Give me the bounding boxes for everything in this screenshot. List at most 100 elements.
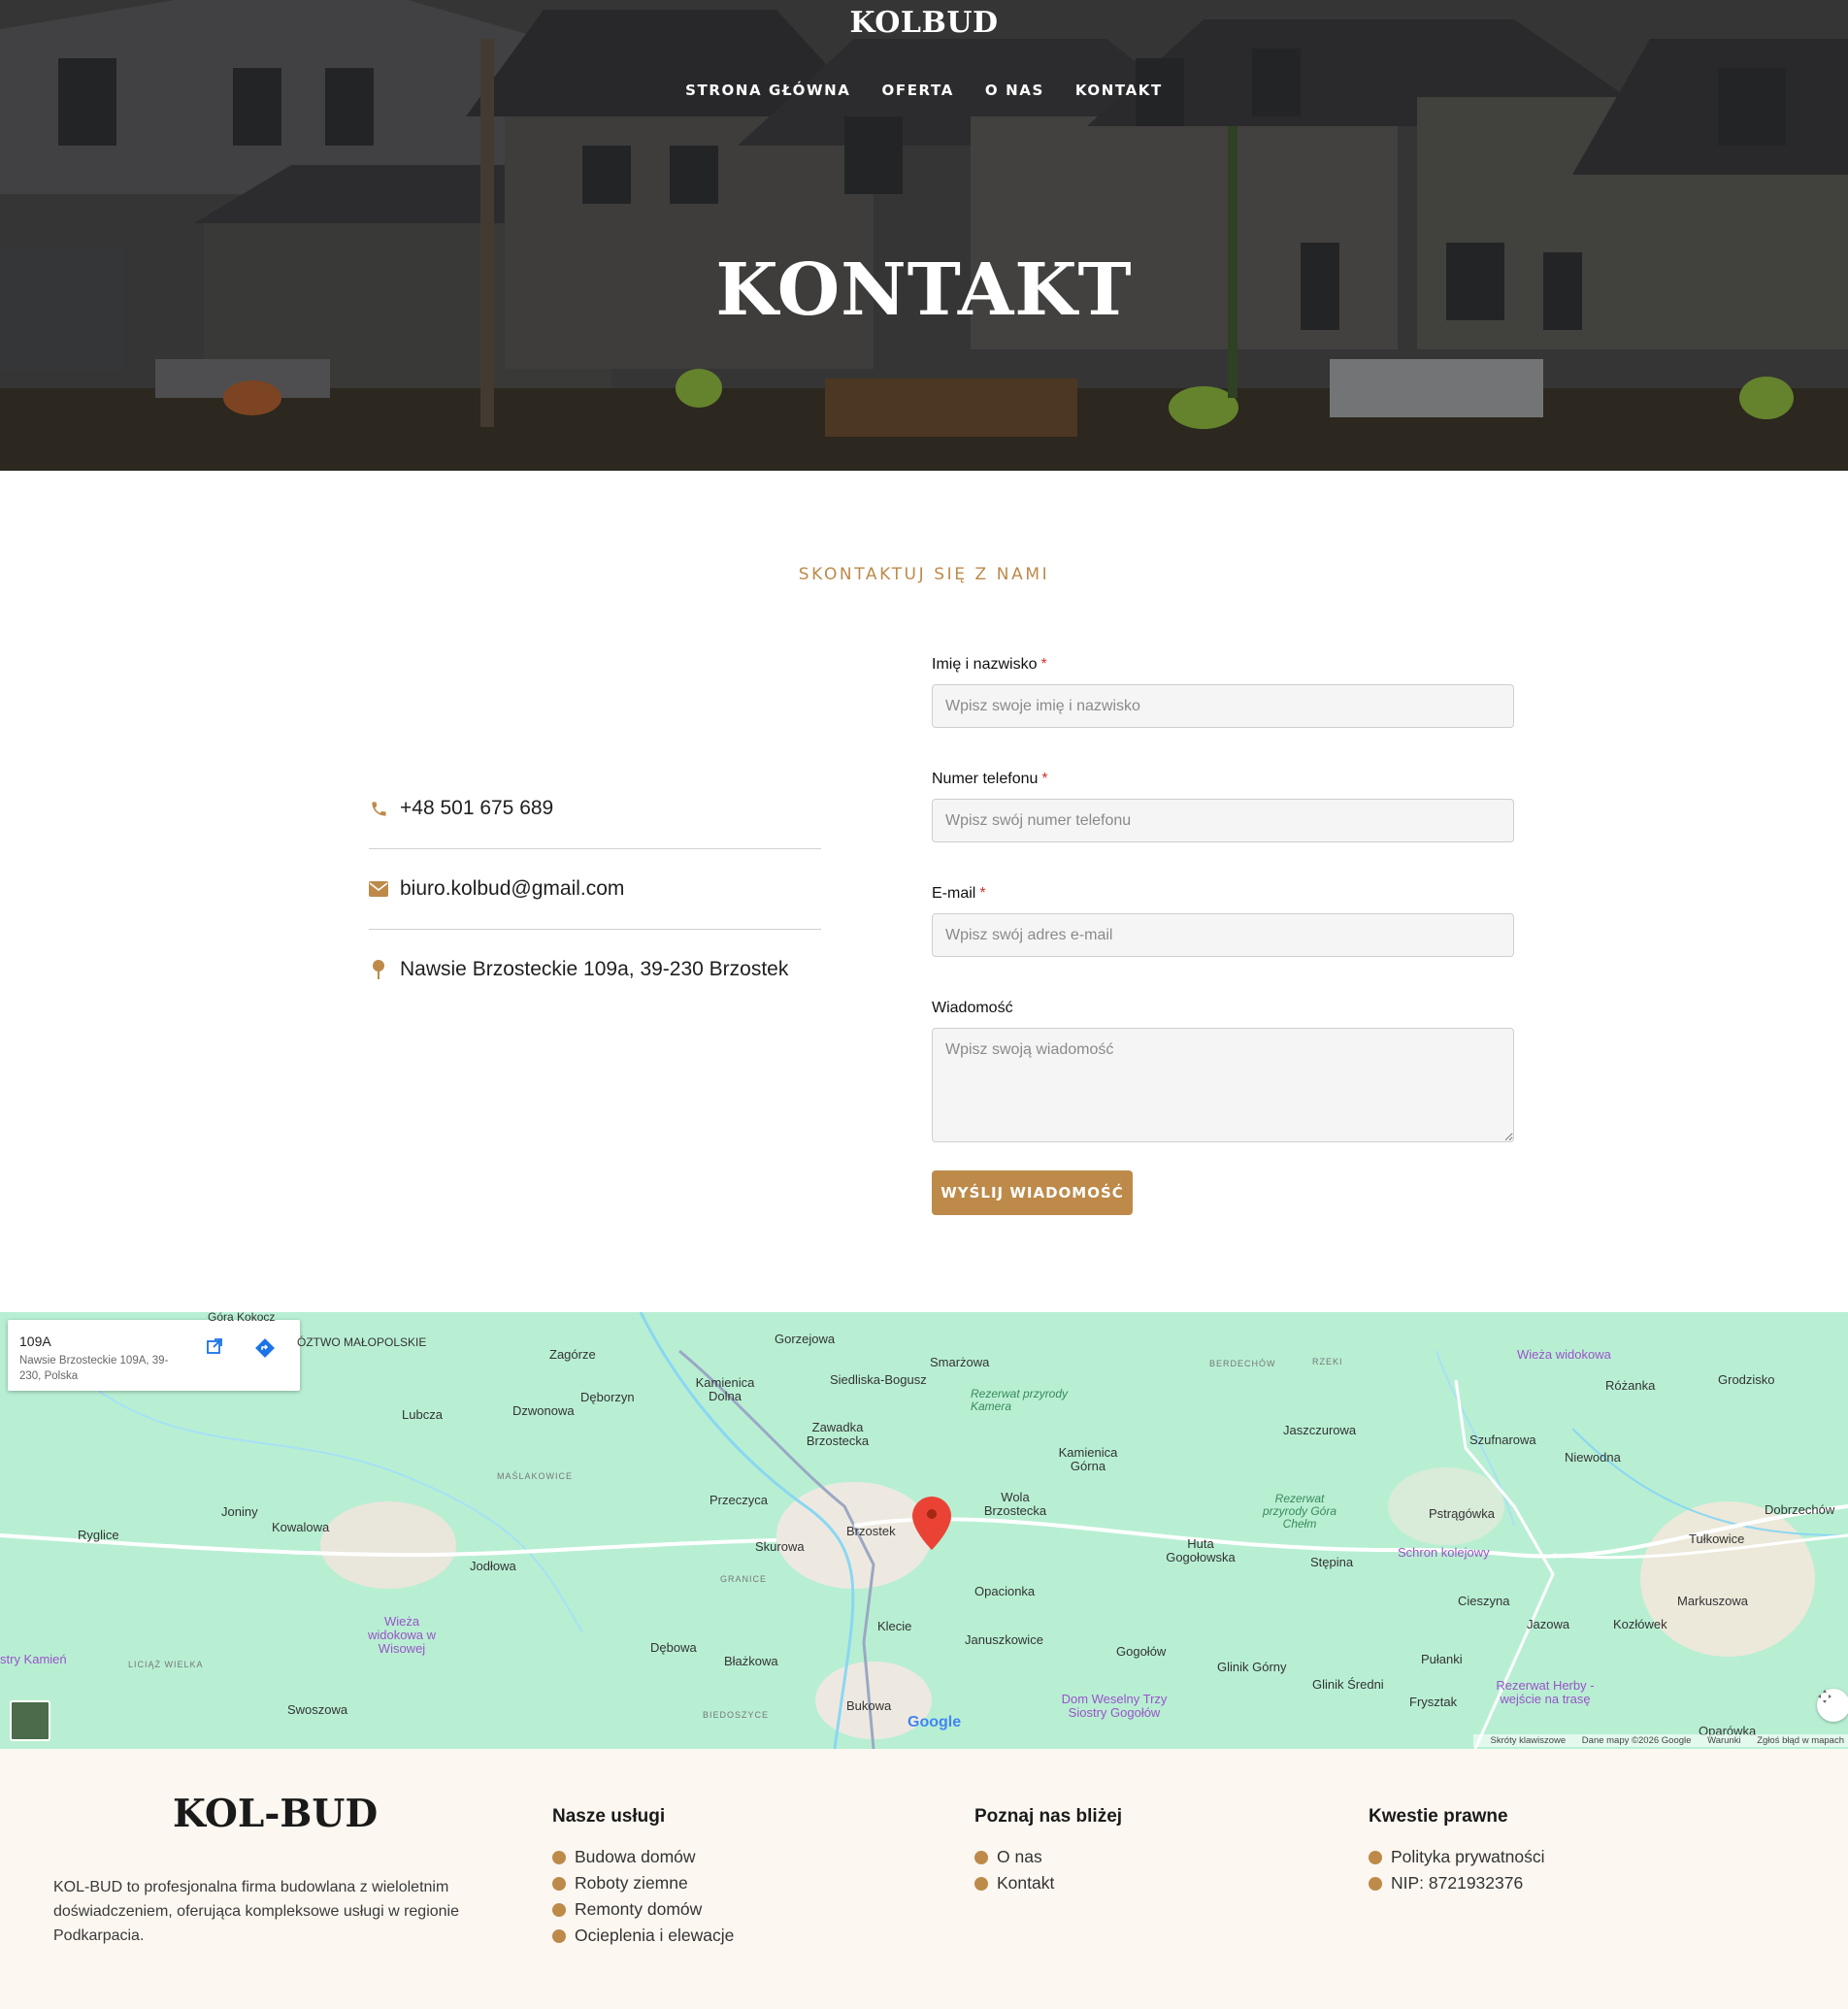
bullet-icon	[974, 1876, 988, 1891]
hero-overlay	[0, 0, 1848, 471]
map-label: Gogołów	[1116, 1644, 1167, 1659]
name-input[interactable]	[932, 684, 1514, 728]
footer-link[interactable]: Roboty ziemne	[552, 1870, 734, 1896]
map-label: Siedliska-Bogusz	[830, 1372, 927, 1387]
footer-link[interactable]: Remonty domów	[552, 1896, 734, 1923]
map-label: GRANICE	[720, 1574, 768, 1584]
footer-logo[interactable]: KOL-BUD	[173, 1792, 378, 1836]
contact-phone: +48 501 675 689	[400, 797, 554, 819]
footer-legal: Kwestie prawne Polityka prywatności NIP:…	[1369, 1806, 1545, 1896]
bullet-icon	[552, 1928, 566, 1943]
map-label: Brzostek	[846, 1524, 896, 1538]
map-label: Grodzisko	[1718, 1372, 1775, 1387]
map-label: Kozłówek	[1613, 1617, 1667, 1631]
bullet-icon	[974, 1850, 988, 1864]
map-label: Tułkowice	[1689, 1531, 1745, 1546]
send-message-button[interactable]: WYŚLIJ WIADOMOŚĆ	[932, 1170, 1133, 1215]
phone-input[interactable]	[932, 799, 1514, 842]
map-label: Rezerwat przyrody Kamera	[971, 1387, 1069, 1413]
phone-icon	[369, 799, 388, 818]
layers-thumbnail[interactable]	[10, 1700, 50, 1741]
keyboard-shortcuts-link[interactable]: Skróty klawiszowe	[1491, 1735, 1567, 1746]
directions-icon[interactable]	[254, 1337, 287, 1370]
map-label: Januszkowice	[965, 1632, 1043, 1647]
map-label: Szufnarowa	[1469, 1433, 1536, 1447]
map-label: Glinik Średni	[1312, 1677, 1384, 1692]
footer-link[interactable]: Polityka prywatności	[1369, 1844, 1545, 1870]
map-label: Kamienica Górna	[1058, 1445, 1118, 1473]
map-label: Bukowa	[846, 1698, 892, 1713]
map-label: Stępina	[1310, 1555, 1354, 1569]
contact-address-row: Nawsie Brzosteckie 109a, 39-230 Brzostek	[369, 938, 821, 1002]
bullet-icon	[1369, 1850, 1382, 1864]
map-place-title: 109A	[19, 1334, 51, 1349]
map-label: Wieża widokowa w Wisowej	[367, 1614, 437, 1656]
bullet-icon	[552, 1876, 566, 1891]
map-label: RZEKI	[1312, 1357, 1343, 1367]
contact-email-row[interactable]: biuro.kolbud@gmail.com	[369, 857, 821, 921]
bullet-icon	[552, 1850, 566, 1864]
map-label: Zawadka Brzostecka	[806, 1420, 870, 1448]
footer-services: Nasze usługi Budowa domów Roboty ziemne …	[552, 1806, 734, 1949]
footer-about: Poznaj nas bliżej O nas Kontakt	[974, 1806, 1122, 1896]
contact-phone-row[interactable]: +48 501 675 689	[369, 776, 821, 840]
map-label: Wieża widokowa	[1517, 1347, 1611, 1362]
footer-about-title: Poznaj nas bliżej	[974, 1806, 1123, 1827]
main-nav: STRONA GŁÓWNA OFERTA O NAS KONTAKT	[0, 82, 1848, 99]
map-label: Jodłowa	[470, 1559, 516, 1573]
page-title: KONTAKT	[715, 248, 1133, 332]
map-label: Cieszyna	[1458, 1594, 1510, 1608]
open-in-maps-icon[interactable]	[206, 1337, 239, 1370]
map-label: Dom Weselny Trzy Siostry Gogołów	[1061, 1692, 1168, 1720]
phone-label: Numer telefonu *	[932, 771, 1048, 787]
terms-link[interactable]: Warunki	[1707, 1735, 1741, 1746]
nav-offer[interactable]: OFERTA	[882, 82, 954, 99]
map-label: Góra Kokocz	[208, 1312, 276, 1324]
site-footer: KOL-BUD KOL-BUD to profesjonalna firma b…	[0, 1749, 1848, 2009]
map-label: Glinik Górny	[1217, 1660, 1287, 1674]
fullscreen-icon[interactable]	[1817, 1689, 1848, 1722]
map-label: Dębowa	[650, 1640, 697, 1655]
map-label: Błażkowa	[724, 1654, 778, 1668]
divider	[369, 848, 821, 849]
map-label: Różanka	[1605, 1378, 1656, 1393]
map-label: Lubcza	[402, 1407, 443, 1422]
google-logo: Google	[908, 1714, 962, 1730]
map-label: Kowalowa	[272, 1520, 330, 1534]
footer-legal-title: Kwestie prawne	[1369, 1806, 1508, 1827]
map-label: Gorzejowa	[775, 1332, 836, 1346]
map-label: Ryglice	[78, 1528, 119, 1542]
map-label: Dęborzyn	[580, 1390, 635, 1404]
map-label: Swoszowa	[287, 1702, 348, 1717]
email-label: E-mail *	[932, 885, 986, 902]
divider	[369, 929, 821, 930]
nav-about[interactable]: O NAS	[985, 82, 1044, 99]
map-label: MAŚLAKOWICE	[497, 1471, 574, 1481]
contact-address: Nawsie Brzosteckie 109a, 39-230 Brzostek	[400, 958, 789, 980]
map-label: ÓZTWO MAŁOPOLSKIE	[297, 1335, 427, 1349]
message-textarea[interactable]	[932, 1028, 1514, 1142]
map-label: BERDECHÓW	[1209, 1359, 1276, 1368]
footer-nip: NIP: 8721932376	[1369, 1870, 1545, 1896]
envelope-icon	[369, 879, 388, 899]
map-data-credit: Dane mapy ©2026 Google	[1581, 1735, 1692, 1746]
section-eyebrow: SKONTAKTUJ SIĘ Z NAMI	[798, 565, 1050, 584]
footer-link[interactable]: Ocieplenia i elewacje	[552, 1923, 734, 1949]
footer-link[interactable]: Kontakt	[974, 1870, 1122, 1896]
nav-contact[interactable]: KONTAKT	[1075, 82, 1163, 99]
map-label: Pstrągówka	[1429, 1506, 1495, 1521]
report-error-link[interactable]: Zgłoś błąd w mapach	[1757, 1735, 1844, 1746]
map-label: Opacionka	[974, 1584, 1036, 1598]
nav-home[interactable]: STRONA GŁÓWNA	[685, 82, 850, 99]
footer-description: KOL-BUD to profesjonalna firma budowlana…	[53, 1879, 459, 1944]
map-pin-icon	[369, 960, 388, 979]
map-label: Zagórze	[549, 1347, 596, 1362]
map-label: Schron kolejowy	[1398, 1545, 1490, 1560]
map-attribution: Skróty klawiszowe Dane mapy ©2026 Google…	[1472, 1734, 1848, 1747]
google-map[interactable]: 109A Nawsie Brzosteckie 109A, 39-230, Po…	[0, 1312, 1848, 1749]
email-input[interactable]	[932, 913, 1514, 957]
map-label: Kamienica Dolna	[695, 1375, 755, 1403]
footer-link[interactable]: Budowa domów	[552, 1844, 734, 1870]
footer-link[interactable]: O nas	[974, 1844, 1122, 1870]
site-logo[interactable]: KOLBUD	[0, 6, 1848, 40]
